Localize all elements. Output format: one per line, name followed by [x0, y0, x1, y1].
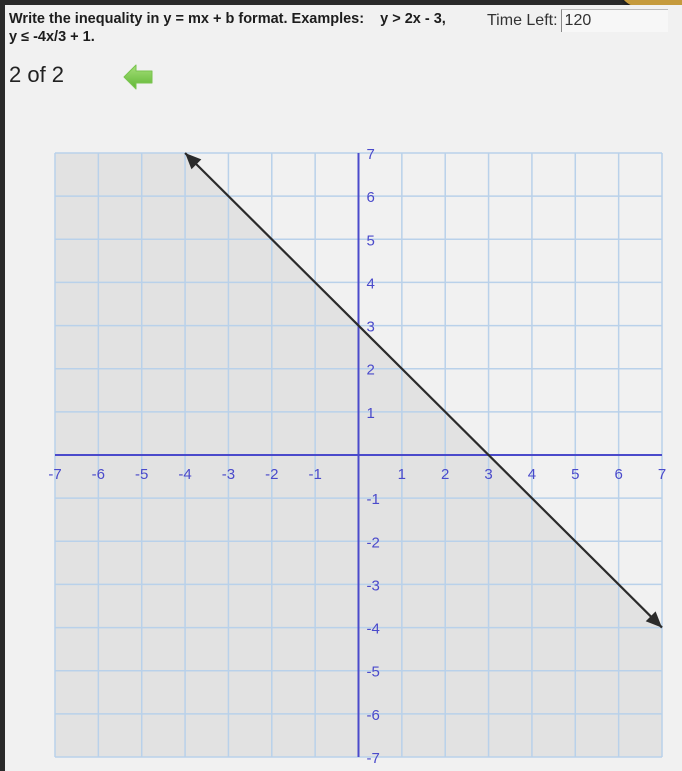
y-tick-label: -1	[367, 491, 380, 508]
x-tick-label: -4	[178, 466, 191, 483]
x-tick-label: 7	[658, 466, 666, 483]
y-tick-label: -6	[367, 707, 380, 724]
coordinate-graph[interactable]: -7 -6 -5 -4 -3 -2 -1 1 2 3 4 5 6 7 7 6 5 4 3 2 1 -1 -2 -3 -4 -5 -6…	[0, 0, 682, 771]
x-tick-label: 2	[441, 466, 449, 483]
y-tick-label: -5	[367, 664, 380, 681]
x-tick-label: 6	[614, 466, 622, 483]
y-tick-label: -3	[367, 577, 380, 594]
x-tick-label: -3	[222, 466, 235, 483]
x-tick-label: 4	[528, 466, 536, 483]
x-tick-label: -5	[135, 466, 148, 483]
y-tick-label: 7	[367, 146, 375, 163]
y-tick-label: 4	[367, 275, 375, 292]
x-tick-label: -1	[308, 466, 321, 483]
y-tick-label: -7	[367, 750, 380, 767]
y-tick-label: 2	[367, 362, 375, 379]
y-tick-label: 3	[367, 319, 375, 336]
x-tick-label: 1	[398, 466, 406, 483]
y-tick-label: 1	[367, 405, 375, 422]
x-tick-label: -7	[48, 466, 61, 483]
y-tick-label: 6	[367, 189, 375, 206]
y-tick-label: -4	[367, 621, 380, 638]
x-tick-label: -2	[265, 466, 278, 483]
x-tick-label: 3	[484, 466, 492, 483]
x-tick-label: -6	[92, 466, 105, 483]
x-tick-label: 5	[571, 466, 579, 483]
y-tick-label: 5	[367, 232, 375, 249]
y-tick-label: -2	[367, 534, 380, 551]
